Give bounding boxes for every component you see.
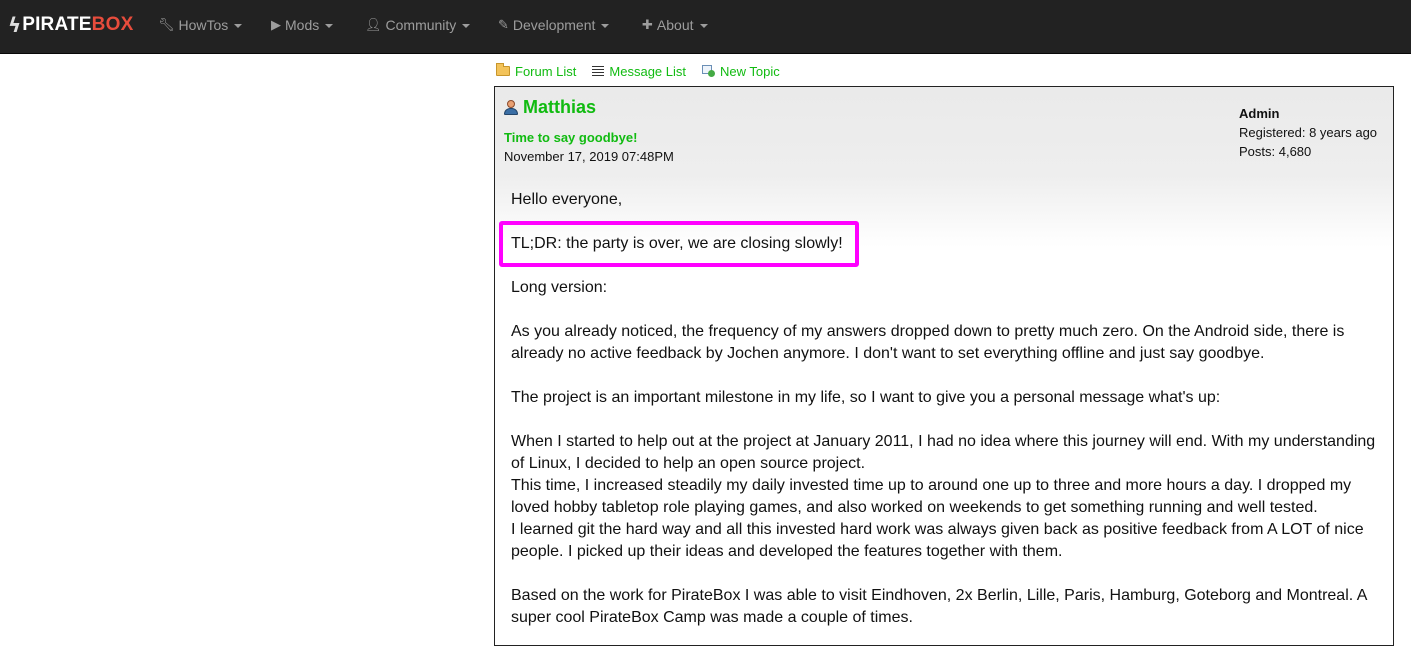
user-icon: 👤︎ [365, 17, 382, 33]
forum-list-link[interactable]: Forum List [496, 63, 577, 79]
forum-post: Matthias Time to say goodbye! November 1… [494, 86, 1394, 646]
caret-down-icon [234, 24, 243, 28]
brand-name-part1: PIRATE [22, 14, 92, 35]
brand-name-part2: BOX [91, 14, 134, 35]
post-author: Matthias [504, 97, 596, 118]
post-paragraph: This time, I increased steadily my daily… [511, 477, 1352, 516]
post-paragraph: When I started to help out at the projec… [511, 433, 1376, 472]
post-paragraph: I learned git the hard way and all this … [511, 521, 1364, 560]
wrench-icon: 🔧︎ [158, 17, 175, 33]
bolt-icon: ϟ [8, 13, 22, 37]
author-registered: Registered: 8 years ago [1239, 125, 1378, 140]
caret-down-icon [325, 24, 334, 28]
author-name-link[interactable]: Matthias [523, 97, 596, 118]
author-role: Admin [1239, 106, 1280, 121]
post-paragraph: Hello everyone, [511, 191, 623, 208]
pencil-icon: ✎ [498, 17, 509, 33]
author-post-count: Posts: 4,680 [1239, 144, 1312, 159]
caret-down-icon [601, 24, 610, 28]
nav-howtos-label: HowTos [178, 17, 229, 33]
folder-icon [496, 63, 510, 76]
nav-community[interactable]: 👤︎ Community [365, 0, 471, 50]
nav-mods-label: Mods [285, 17, 320, 33]
post-paragraph: Based on the work for PirateBox I was ab… [511, 587, 1367, 626]
post-paragraph: As you already noticed, the frequency of… [511, 323, 1345, 362]
forum-links-bar: Forum List Message List New Topic [496, 62, 796, 80]
nav-about[interactable]: ✚ About [642, 0, 708, 50]
new-topic-label: New Topic [720, 63, 780, 79]
nav-mods[interactable]: ▶ Mods [271, 0, 334, 50]
post-paragraph: The project is an important milestone in… [511, 389, 1221, 406]
user-avatar-icon [504, 100, 518, 115]
new-topic-link[interactable]: New Topic [702, 64, 780, 79]
list-icon [592, 65, 605, 77]
nav-howtos[interactable]: 🔧︎ HowTos [158, 0, 243, 50]
plus-icon: ✚ [642, 17, 653, 33]
author-meta: Admin Registered: 8 years ago Posts: 4,6… [1239, 104, 1377, 161]
brand-logo[interactable]: ϟ PIRATE BOX [8, 0, 133, 50]
message-list-link[interactable]: Message List [592, 64, 686, 79]
top-navbar: ϟ PIRATE BOX 🔧︎ HowTos ▶ Mods 👤︎ Communi… [0, 0, 1411, 54]
nav-development[interactable]: ✎ Development [498, 0, 610, 50]
new-topic-icon [702, 65, 715, 77]
post-date: November 17, 2019 07:48PM [504, 149, 674, 164]
message-list-label: Message List [609, 63, 686, 79]
caret-down-icon [462, 24, 471, 28]
forum-list-label: Forum List [515, 63, 577, 79]
nav-about-label: About [656, 17, 694, 33]
highlight-box [499, 221, 859, 267]
post-paragraph: Long version: [511, 279, 608, 296]
caret-down-icon [699, 24, 708, 28]
nav-community-label: Community [385, 17, 457, 33]
play-icon: ▶ [271, 17, 281, 33]
nav-development-label: Development [512, 17, 596, 33]
post-title: Time to say goodbye! [504, 130, 638, 145]
